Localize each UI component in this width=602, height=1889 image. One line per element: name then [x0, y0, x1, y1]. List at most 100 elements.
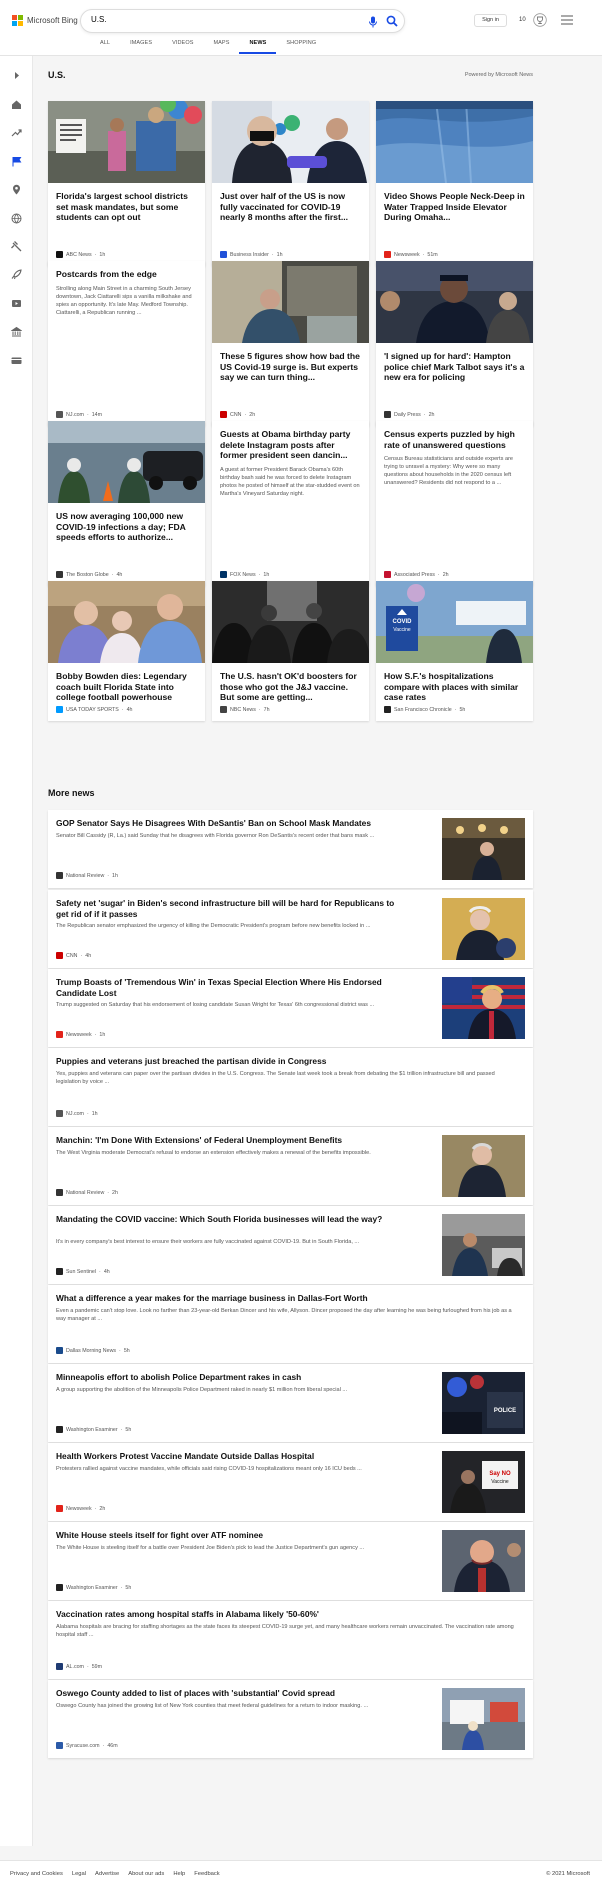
article-title[interactable]: Minneapolis effort to abolish Police Dep… — [56, 1372, 401, 1383]
card-title[interactable]: 'I signed up for hard': Hampton police c… — [376, 343, 533, 383]
news-card[interactable]: Video Shows People Neck-Deep in Water Tr… — [376, 101, 533, 266]
expand-chevron-icon[interactable] — [11, 70, 22, 81]
tab-news[interactable]: NEWS — [239, 40, 277, 54]
article-title[interactable]: Trump Boasts of 'Tremendous Win' in Texa… — [56, 977, 401, 999]
footer-link[interactable]: Advertise — [95, 1871, 119, 1877]
more-news-item[interactable]: Health Workers Protest Vaccine Mandate O… — [48, 1443, 533, 1521]
tab-maps[interactable]: MAPS — [203, 40, 239, 54]
article-thumbnail[interactable]: Say NO Vaccine — [442, 1451, 525, 1513]
card-image[interactable] — [48, 101, 205, 183]
article-thumbnail[interactable] — [442, 1688, 525, 1750]
article-source[interactable]: CNN · 4h — [56, 952, 91, 959]
location-pin-icon[interactable] — [11, 184, 22, 195]
card-source[interactable]: Daily Press · 2h — [384, 411, 434, 418]
politics-icon[interactable] — [11, 241, 22, 252]
card-title[interactable]: Florida's largest school districts set m… — [48, 183, 205, 223]
card-image[interactable] — [376, 261, 533, 343]
us-flag-icon[interactable] — [11, 156, 22, 167]
more-news-item[interactable]: GOP Senator Says He Disagrees With DeSan… — [48, 810, 533, 888]
article-source[interactable]: National Review · 1h — [56, 872, 118, 879]
card-title[interactable]: Guests at Obama birthday party delete In… — [212, 421, 369, 461]
card-title[interactable]: Just over half of the US is now fully va… — [212, 183, 369, 223]
more-news-item[interactable]: Mandating the COVID vaccine: Which South… — [48, 1206, 533, 1284]
news-card[interactable]: Bobby Bowden dies: Legendary coach built… — [48, 581, 205, 721]
news-card[interactable]: US now averaging 100,000 new COVID-19 in… — [48, 421, 205, 586]
rocket-icon[interactable] — [11, 269, 22, 280]
card-title[interactable]: US now averaging 100,000 new COVID-19 in… — [48, 503, 205, 543]
more-news-item[interactable]: White House steels itself for fight over… — [48, 1522, 533, 1600]
news-card[interactable]: Census experts puzzled by high rate of u… — [376, 421, 533, 586]
card-title[interactable]: Postcards from the edge — [48, 261, 205, 280]
article-source[interactable]: Dallas Morning News · 5h — [56, 1347, 130, 1354]
card-source[interactable]: NJ.com · 14m — [56, 411, 102, 418]
footer-link[interactable]: Privacy and Cookies — [10, 1871, 63, 1877]
tab-videos[interactable]: VIDEOS — [162, 40, 203, 54]
article-source[interactable]: Sun Sentinel · 4h — [56, 1268, 110, 1275]
card-title[interactable]: These 5 figures show how bad the US Covi… — [212, 343, 369, 383]
footer-link[interactable]: About our ads — [128, 1871, 164, 1877]
card-icon[interactable] — [11, 355, 22, 366]
card-title[interactable]: How S.F.'s hospitalizations compare with… — [376, 663, 533, 703]
more-news-item[interactable]: Manchin: 'I'm Done With Extensions' of F… — [48, 1127, 533, 1205]
card-image[interactable] — [212, 101, 369, 183]
news-card[interactable]: Guests at Obama birthday party delete In… — [212, 421, 369, 586]
search-box[interactable] — [80, 9, 405, 33]
card-image[interactable] — [48, 581, 205, 663]
money-icon[interactable] — [11, 326, 22, 337]
news-card[interactable]: Just over half of the US is now fully va… — [212, 101, 369, 266]
article-thumbnail[interactable]: POLICE — [442, 1372, 525, 1434]
video-icon[interactable] — [11, 298, 22, 309]
news-card[interactable]: COVID Vaccine How S.F.'s hospitalizations … — [376, 581, 533, 721]
card-image[interactable] — [212, 261, 369, 343]
microphone-icon[interactable] — [368, 16, 378, 28]
card-image[interactable] — [212, 581, 369, 663]
article-title[interactable]: Manchin: 'I'm Done With Extensions' of F… — [56, 1135, 401, 1146]
article-source[interactable]: Washington Examiner · 5h — [56, 1584, 131, 1591]
card-title[interactable]: Video Shows People Neck-Deep in Water Tr… — [376, 183, 533, 223]
card-source[interactable]: The Boston Globe · 4h — [56, 571, 122, 578]
article-source[interactable]: Washington Examiner · 5h — [56, 1426, 131, 1433]
article-title[interactable]: Oswego County added to list of places wi… — [56, 1688, 401, 1699]
article-title[interactable]: Puppies and veterans just breached the p… — [56, 1056, 521, 1067]
more-news-item[interactable]: What a difference a year makes for the m… — [48, 1285, 533, 1363]
article-title[interactable]: White House steels itself for fight over… — [56, 1530, 401, 1541]
article-title[interactable]: GOP Senator Says He Disagrees With DeSan… — [56, 818, 401, 829]
card-source[interactable]: San Francisco Chronicle · 5h — [384, 706, 465, 713]
news-card[interactable]: Postcards from the edge Strolling along M… — [48, 261, 205, 426]
tab-shopping[interactable]: SHOPPING — [276, 40, 326, 54]
news-card[interactable]: These 5 figures show how bad the US Covi… — [212, 261, 369, 426]
news-card[interactable]: The U.S. hasn't OK'd boosters for those … — [212, 581, 369, 721]
powered-by[interactable]: Powered by Microsoft News — [465, 72, 533, 78]
card-source[interactable]: CNN · 2h — [220, 411, 255, 418]
article-title[interactable]: Health Workers Protest Vaccine Mandate O… — [56, 1451, 401, 1462]
hamburger-menu-icon[interactable] — [561, 15, 573, 25]
news-card[interactable]: 'I signed up for hard': Hampton police c… — [376, 261, 533, 426]
tab-all[interactable]: ALL — [90, 40, 120, 54]
footer-link[interactable]: Legal — [72, 1871, 86, 1877]
article-source[interactable]: AL.com · 59m — [56, 1663, 102, 1670]
card-source[interactable]: Newsweek · 51m — [384, 251, 438, 258]
article-title[interactable]: Mandating the COVID vaccine: Which South… — [56, 1214, 401, 1225]
more-news-item[interactable]: Minneapolis effort to abolish Police Dep… — [48, 1364, 533, 1442]
card-title[interactable]: Census experts puzzled by high rate of u… — [376, 421, 533, 450]
article-source[interactable]: Syracuse.com · 46m — [56, 1742, 118, 1749]
article-title[interactable]: Safety net 'sugar' in Biden's second inf… — [56, 898, 401, 920]
more-news-item[interactable]: Oswego County added to list of places wi… — [48, 1680, 533, 1758]
card-title[interactable]: The U.S. hasn't OK'd boosters for those … — [212, 663, 369, 703]
footer-link[interactable]: Help — [173, 1871, 185, 1877]
article-source[interactable]: Newsweek · 1h — [56, 1031, 105, 1038]
footer-link[interactable]: Feedback — [194, 1871, 219, 1877]
more-news-item[interactable]: Trump Boasts of 'Tremendous Win' in Texa… — [48, 969, 533, 1047]
card-source[interactable]: NBC News · 7h — [220, 706, 270, 713]
article-thumbnail[interactable] — [442, 1530, 525, 1592]
article-source[interactable]: Newsweek · 2h — [56, 1505, 105, 1512]
card-image[interactable] — [48, 421, 205, 503]
article-title[interactable]: What a difference a year makes for the m… — [56, 1293, 521, 1304]
article-thumbnail[interactable] — [442, 818, 525, 880]
card-source[interactable]: USA TODAY SPORTS · 4h — [56, 706, 132, 713]
article-thumbnail[interactable] — [442, 898, 525, 960]
card-source[interactable]: FOX News · 1h — [220, 571, 269, 578]
search-icon[interactable] — [386, 15, 398, 27]
article-source[interactable]: National Review · 2h — [56, 1189, 118, 1196]
card-source[interactable]: Business Insider · 1h — [220, 251, 283, 258]
